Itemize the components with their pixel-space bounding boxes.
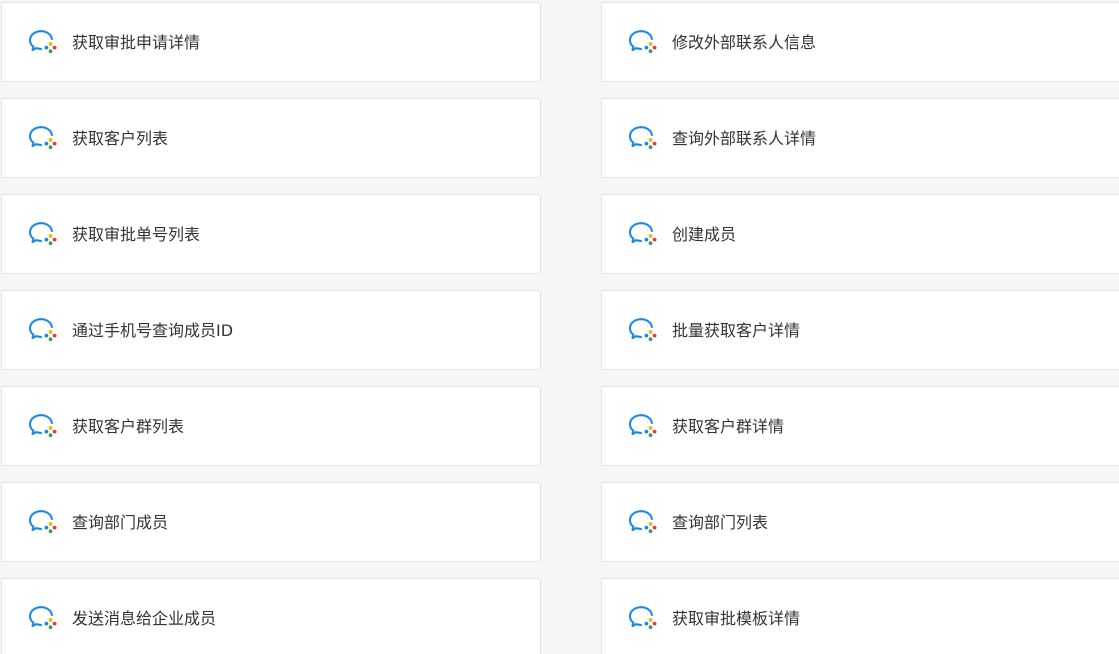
action-card[interactable]: 获取审批模板详情 [601,578,1119,654]
wecom-chat-icon [28,413,58,439]
action-card[interactable]: 查询部门成员 [1,482,541,562]
action-label: 查询部门成员 [72,513,169,532]
action-label: 获取客户列表 [72,129,169,148]
wecom-chat-icon [28,221,58,247]
action-card[interactable]: 发送消息给企业成员 [1,578,541,654]
wecom-chat-icon [628,221,658,247]
action-label: 查询外部联系人详情 [672,129,817,148]
action-label: 获取客户群列表 [72,417,185,436]
wecom-chat-icon [628,317,658,343]
action-card[interactable]: 查询部门列表 [601,482,1119,562]
action-label: 批量获取客户详情 [672,321,801,340]
action-label: 获取审批模板详情 [672,609,801,628]
wecom-chat-icon [628,125,658,151]
action-card[interactable]: 创建成员 [601,194,1119,274]
action-label: 查询部门列表 [672,513,769,532]
wecom-chat-icon [28,317,58,343]
action-card[interactable]: 获取客户群列表 [1,386,541,466]
action-label: 创建成员 [672,225,737,244]
action-label: 通过手机号查询成员ID [72,321,234,340]
wecom-chat-icon [28,605,58,631]
wecom-chat-icon [628,509,658,535]
action-card[interactable]: 批量获取客户详情 [601,290,1119,370]
action-label: 修改外部联系人信息 [672,33,817,52]
action-card[interactable]: 获取客户列表 [1,98,541,178]
action-card[interactable]: 获取审批单号列表 [1,194,541,274]
action-label: 获取客户群详情 [672,417,785,436]
action-card[interactable]: 查询外部联系人详情 [601,98,1119,178]
action-list: 获取审批申请详情 修改外部联系人信息 获取客户列表 查询外部联系人详情 获取审批… [0,0,1119,654]
action-label: 获取审批单号列表 [72,225,201,244]
action-label: 发送消息给企业成员 [72,609,217,628]
wecom-chat-icon [28,509,58,535]
action-card[interactable]: 通过手机号查询成员ID [1,290,541,370]
wecom-chat-icon [28,125,58,151]
wecom-chat-icon [628,605,658,631]
action-card[interactable]: 获取客户群详情 [601,386,1119,466]
wecom-chat-icon [628,29,658,55]
wecom-chat-icon [628,413,658,439]
wecom-chat-icon [28,29,58,55]
action-card[interactable]: 修改外部联系人信息 [601,2,1119,82]
action-label: 获取审批申请详情 [72,33,201,52]
action-card[interactable]: 获取审批申请详情 [1,2,541,82]
